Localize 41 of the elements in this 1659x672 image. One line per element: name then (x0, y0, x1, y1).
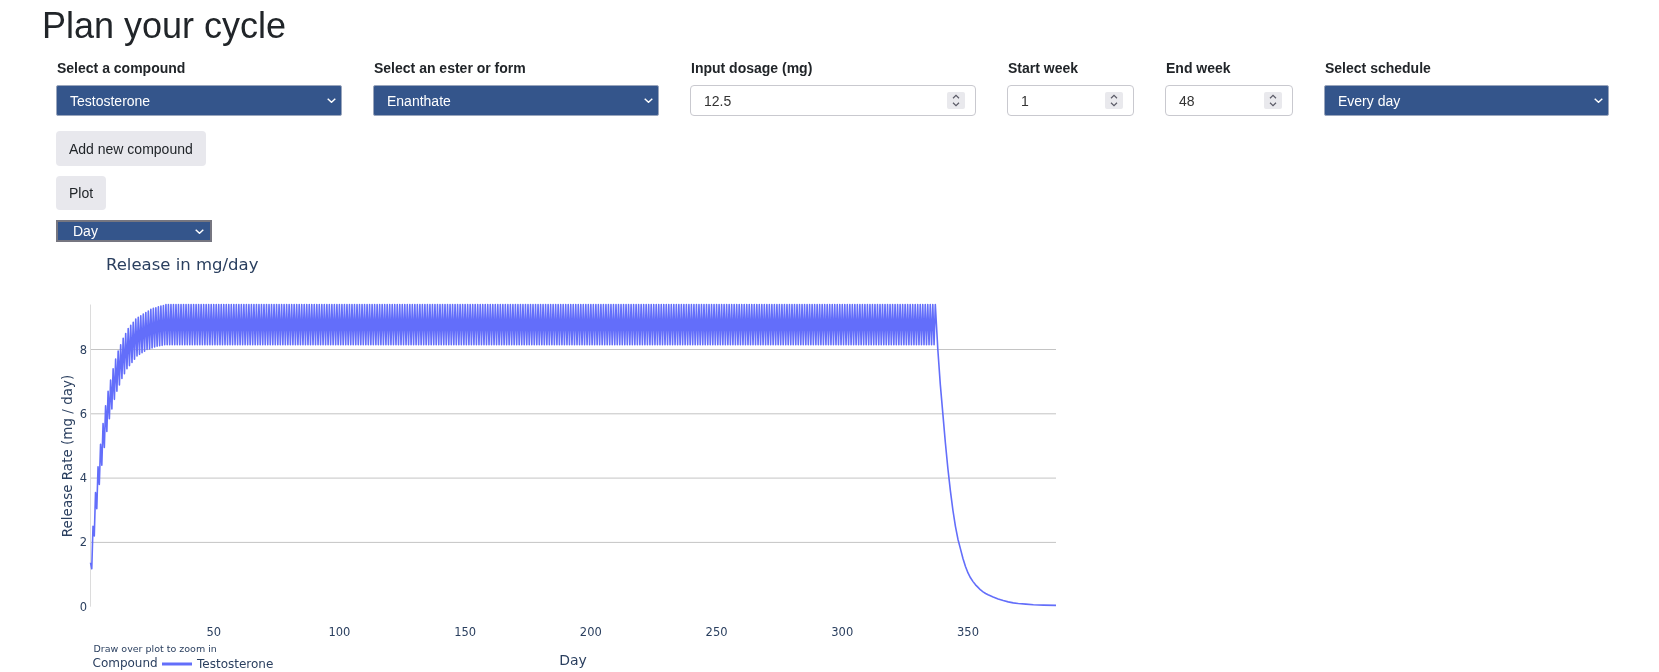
ester-dropdown[interactable]: Enanthate (373, 85, 659, 116)
y-tick-label: 8 (79, 342, 87, 357)
add-compound-button[interactable]: Add new compound (56, 131, 206, 166)
y-axis-title: Release Rate (mg / day) (58, 374, 75, 538)
field-label: Start week (1007, 60, 1079, 76)
legend-title: Compound (92, 656, 158, 670)
x-tick-label: 250 (705, 625, 728, 639)
unit-dropdown[interactable]: Day (56, 220, 212, 242)
y-tick-label: 2 (79, 535, 87, 550)
end-week-input[interactable]: 48 (1165, 85, 1293, 116)
chevron-down-icon (195, 228, 204, 234)
field-label: Select schedule (1324, 60, 1431, 76)
field-label: End week (1165, 60, 1231, 76)
page-title: Plan your cycle (42, 4, 287, 47)
chevron-down-icon (327, 98, 336, 103)
chevron-down-icon (1594, 98, 1603, 103)
chevron-down-icon (644, 98, 653, 103)
spinner-icon[interactable] (947, 92, 965, 109)
field-label: Select an ester or form (373, 60, 526, 76)
x-tick-label: 350 (957, 625, 979, 639)
x-tick-label: 100 (328, 625, 351, 639)
spinner-icon[interactable] (1105, 92, 1123, 109)
dosage-input[interactable]: 12.5 (690, 85, 976, 116)
start-week-input[interactable]: 1 (1007, 85, 1134, 116)
x-tick-label: 200 (579, 625, 602, 639)
zoom-hint-text: Draw over plot to zoom in (93, 642, 217, 654)
y-tick-label: 4 (79, 471, 87, 486)
spinner-icon[interactable] (1264, 92, 1282, 109)
chart-title: Release in mg/day (106, 255, 259, 274)
x-axis-title: Day (559, 652, 587, 668)
compound-dropdown[interactable]: Testosterone (56, 85, 342, 116)
schedule-dropdown[interactable]: Every day (1324, 85, 1609, 116)
x-tick-label: 300 (831, 625, 854, 639)
x-tick-label: 50 (206, 625, 221, 639)
y-tick-label: 0 (79, 599, 87, 614)
y-tick-label: 6 (79, 406, 87, 421)
plot-button[interactable]: Plot (56, 176, 107, 210)
field-label: Input dosage (mg) (690, 60, 813, 76)
x-tick-label: 150 (454, 625, 477, 639)
legend-label[interactable]: Testosterone (197, 657, 274, 671)
field-label: Select a compound (56, 60, 186, 76)
